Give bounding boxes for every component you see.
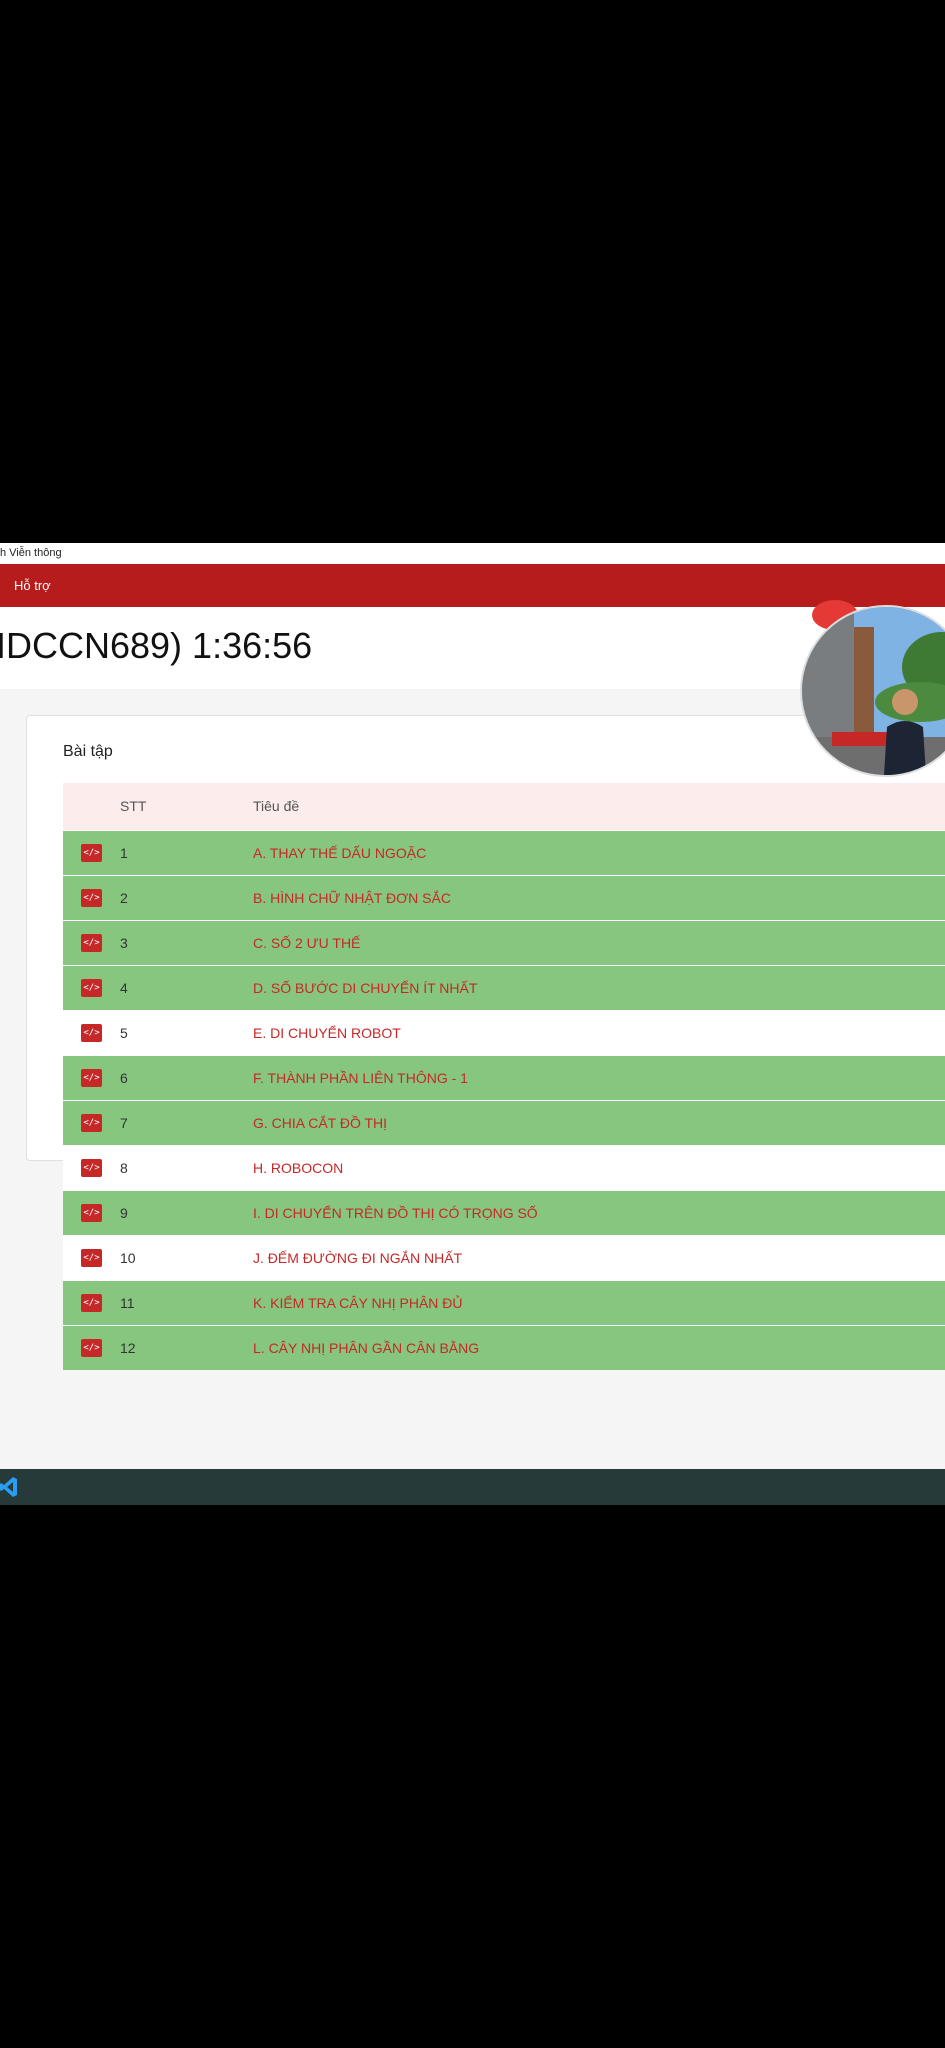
- code-icon[interactable]: </>: [81, 1204, 102, 1222]
- top-navbar: Hỗ trợ: [0, 564, 945, 607]
- row-title-link[interactable]: G. CHIA CẮT ĐỒ THỊ: [253, 1101, 387, 1145]
- row-title-link[interactable]: D. SỐ BƯỚC DI CHUYỂN ÍT NHẤT: [253, 966, 477, 1010]
- table-row[interactable]: </> 4 D. SỐ BƯỚC DI CHUYỂN ÍT NHẤT: [63, 965, 945, 1010]
- row-stt: 4: [120, 980, 128, 996]
- row-title-link[interactable]: A. THAY THẾ DẤU NGOẶC: [253, 831, 426, 875]
- row-stt: 12: [120, 1340, 136, 1356]
- table-body: </> 1 A. THAY THẾ DẤU NGOẶC </> 2 B. HÌNH CHỮ…: [63, 830, 945, 1370]
- code-icon[interactable]: </>: [81, 1294, 102, 1312]
- table-row[interactable]: </> 6 F. THÀNH PHẦN LIÊN THÔNG - 1: [63, 1055, 945, 1100]
- row-stt: 5: [120, 1025, 128, 1041]
- code-icon[interactable]: </>: [81, 934, 102, 952]
- column-stt: STT: [120, 798, 147, 814]
- code-icon[interactable]: </>: [81, 889, 102, 907]
- row-title-link[interactable]: B. HÌNH CHỮ NHẬT ĐƠN SẮC: [253, 876, 451, 920]
- column-title: Tiêu đề: [253, 798, 300, 814]
- row-title-link[interactable]: J. ĐẾM ĐƯỜNG ĐI NGẮN NHẤT: [253, 1236, 462, 1280]
- row-title-link[interactable]: E. DI CHUYỂN ROBOT: [253, 1011, 401, 1055]
- code-icon[interactable]: </>: [81, 979, 102, 997]
- code-icon[interactable]: </>: [81, 1024, 102, 1042]
- row-stt: 2: [120, 890, 128, 906]
- vscode-icon[interactable]: [0, 1475, 18, 1499]
- table-row[interactable]: </> 2 B. HÌNH CHỮ NHẬT ĐƠN SẮC: [63, 875, 945, 920]
- row-title-link[interactable]: F. THÀNH PHẦN LIÊN THÔNG - 1: [253, 1056, 468, 1100]
- table-row[interactable]: </> 5 E. DI CHUYỂN ROBOT: [63, 1010, 945, 1055]
- row-stt: 1: [120, 845, 128, 861]
- row-stt: 3: [120, 935, 128, 951]
- window-title: h Viễn thông: [0, 547, 62, 559]
- exercise-card: Bài tập STT Tiêu đề </> 1 A. THAY THẾ DẤU …: [26, 715, 945, 1370]
- code-icon[interactable]: </>: [81, 1069, 102, 1087]
- row-title-link[interactable]: I. DI CHUYỂN TRÊN ĐỒ THỊ CÓ TRỌNG SỐ: [253, 1191, 538, 1235]
- nav-support-link[interactable]: Hỗ trợ: [14, 564, 51, 607]
- card-title: Bài tập: [63, 743, 113, 760]
- row-stt: 6: [120, 1070, 128, 1086]
- webcam-photo-icon: [802, 607, 945, 775]
- table-row[interactable]: </> 10 J. ĐẾM ĐƯỜNG ĐI NGẮN NHẤT: [63, 1235, 945, 1280]
- row-title-link[interactable]: C. SỐ 2 ƯU THẾ: [253, 921, 360, 965]
- code-icon[interactable]: </>: [81, 1339, 102, 1357]
- table-row[interactable]: </> 7 G. CHIA CẮT ĐỒ THỊ: [63, 1100, 945, 1145]
- row-stt: 8: [120, 1160, 128, 1176]
- row-stt: 11: [120, 1295, 135, 1311]
- table-row[interactable]: </> 1 A. THAY THẾ DẤU NGOẶC: [63, 830, 945, 875]
- table-row[interactable]: </> 9 I. DI CHUYỂN TRÊN ĐỒ THỊ CÓ TRỌNG SỐ: [63, 1190, 945, 1235]
- row-stt: 10: [120, 1250, 136, 1266]
- exercise-table: STT Tiêu đề </> 1 A. THAY THẾ DẤU NGOẶC </>…: [63, 783, 945, 1370]
- table-row[interactable]: </> 3 C. SỐ 2 ƯU THẾ: [63, 920, 945, 965]
- code-icon[interactable]: </>: [81, 1114, 102, 1132]
- taskbar: [0, 1469, 945, 1505]
- table-row[interactable]: </> 8 H. ROBOCON: [63, 1145, 945, 1190]
- contest-title: IDCCN689) 1:36:56: [0, 625, 313, 666]
- row-stt: 9: [120, 1205, 128, 1221]
- code-icon[interactable]: </>: [81, 1159, 102, 1177]
- table-row[interactable]: </> 11 K. KIỂM TRA CÂY NHỊ PHÂN ĐỦ: [63, 1280, 945, 1325]
- window-titlebar: h Viễn thông: [0, 543, 945, 564]
- table-row[interactable]: </> 12 L. CÂY NHỊ PHÂN GẦN CÂN BẰNG: [63, 1325, 945, 1370]
- table-header: STT Tiêu đề: [63, 783, 945, 830]
- code-icon[interactable]: </>: [81, 1249, 102, 1267]
- row-stt: 7: [120, 1115, 128, 1131]
- code-icon[interactable]: </>: [81, 844, 102, 862]
- row-title-link[interactable]: L. CÂY NHỊ PHÂN GẦN CÂN BẰNG: [253, 1326, 479, 1370]
- row-title-link[interactable]: K. KIỂM TRA CÂY NHỊ PHÂN ĐỦ: [253, 1281, 463, 1325]
- row-title-link[interactable]: H. ROBOCON: [253, 1146, 343, 1190]
